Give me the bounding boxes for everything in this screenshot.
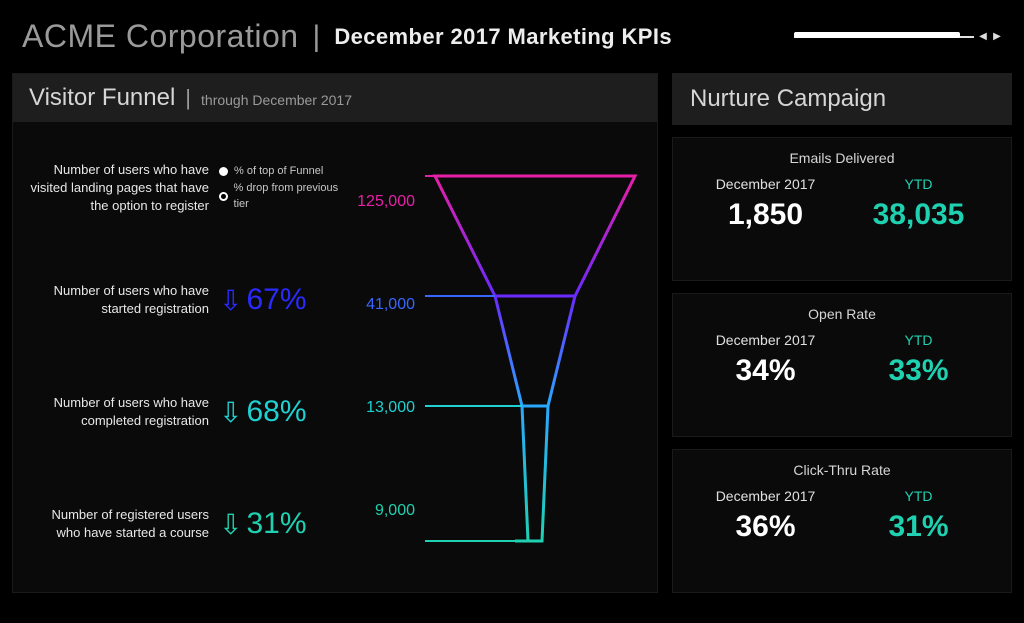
- kpi-ytd-value: 31%: [842, 510, 995, 544]
- kpi-period-label: December 2017: [689, 176, 842, 192]
- card-heading: Open Rate: [689, 306, 995, 322]
- visitor-funnel-panel: Visitor Funnel | through December 2017 N…: [12, 73, 658, 593]
- kpi-ytd-label: YTD: [842, 176, 995, 192]
- funnel-title-separator-icon: |: [185, 85, 191, 111]
- legend-drop: % drop from previous tier: [234, 180, 345, 213]
- funnel-stage-label: Number of registered users who have star…: [25, 468, 215, 580]
- period-slider[interactable]: ◀ ▶: [794, 31, 1002, 43]
- nurture-campaign-panel: Nurture Campaign Emails Delivered Decemb…: [672, 73, 1012, 593]
- kpi-ytd-label: YTD: [842, 488, 995, 504]
- card-heading: Click-Thru Rate: [689, 462, 995, 478]
- funnel-drop-value: ⇩ 31%: [215, 468, 345, 580]
- drop-percent: 68%: [246, 395, 306, 429]
- funnel-legend: % of top of Funnel % drop from previous …: [215, 132, 345, 244]
- funnel-count: 41,000: [345, 296, 425, 314]
- nurture-title: Nurture Campaign: [690, 85, 886, 112]
- funnel-count: 125,000: [345, 193, 425, 211]
- funnel-count-column: 125,000 41,000 13,000 9,000: [345, 132, 425, 580]
- emails-delivered-card: Emails Delivered December 2017 1,850 YTD…: [672, 137, 1012, 281]
- open-rate-card: Open Rate December 2017 34% YTD 33%: [672, 293, 1012, 437]
- drop-percent: 67%: [246, 283, 306, 317]
- legend-top: % of top of Funnel: [234, 163, 323, 180]
- kpi-period-label: December 2017: [689, 488, 842, 504]
- legend-dot-icon: [219, 167, 228, 176]
- header: ACME Corporation | December 2017 Marketi…: [12, 12, 1012, 73]
- page-title: December 2017 Marketing KPIs: [334, 24, 672, 50]
- kpi-period-value: 1,850: [689, 198, 842, 232]
- funnel-drop-column: % of top of Funnel % drop from previous …: [215, 132, 345, 580]
- funnel-stage-label: Number of users who have started registr…: [25, 244, 215, 356]
- drop-percent: 31%: [246, 507, 306, 541]
- nurture-title-bar: Nurture Campaign: [672, 73, 1012, 125]
- kpi-period-value: 34%: [689, 354, 842, 388]
- funnel-title-bar: Visitor Funnel | through December 2017: [13, 74, 657, 122]
- funnel-chart: [425, 132, 645, 580]
- kpi-period-label: December 2017: [689, 332, 842, 348]
- kpi-ytd-label: YTD: [842, 332, 995, 348]
- legend-dot-icon: [219, 192, 228, 201]
- funnel-title: Visitor Funnel: [29, 84, 175, 112]
- funnel-stage-label: Number of users who have visited landing…: [25, 132, 215, 244]
- card-heading: Emails Delivered: [689, 150, 995, 166]
- click-thru-rate-card: Click-Thru Rate December 2017 36% YTD 31…: [672, 449, 1012, 593]
- drop-arrow-icon: ⇩: [219, 396, 242, 429]
- funnel-drop-value: ⇩ 67%: [215, 244, 345, 356]
- funnel-stage-label: Number of users who have completed regis…: [25, 356, 215, 468]
- company-name: ACME Corporation: [22, 18, 299, 55]
- funnel-stage-labels: Number of users who have visited landing…: [25, 132, 215, 580]
- funnel-count: 9,000: [345, 502, 425, 520]
- funnel-drop-value: ⇩ 68%: [215, 356, 345, 468]
- kpi-ytd-value: 33%: [842, 354, 995, 388]
- kpi-ytd-value: 38,035: [842, 198, 995, 232]
- funnel-count: 13,000: [345, 399, 425, 417]
- header-separator-icon: |: [313, 20, 321, 54]
- drop-arrow-icon: ⇩: [219, 284, 242, 317]
- funnel-svg-icon: [425, 146, 645, 566]
- slider-prev-icon[interactable]: ◀: [978, 31, 988, 43]
- slider-next-icon[interactable]: ▶: [992, 31, 1002, 43]
- slider-track[interactable]: [794, 34, 974, 40]
- kpi-period-value: 36%: [689, 510, 842, 544]
- funnel-subtitle: through December 2017: [201, 92, 352, 108]
- drop-arrow-icon: ⇩: [219, 508, 242, 541]
